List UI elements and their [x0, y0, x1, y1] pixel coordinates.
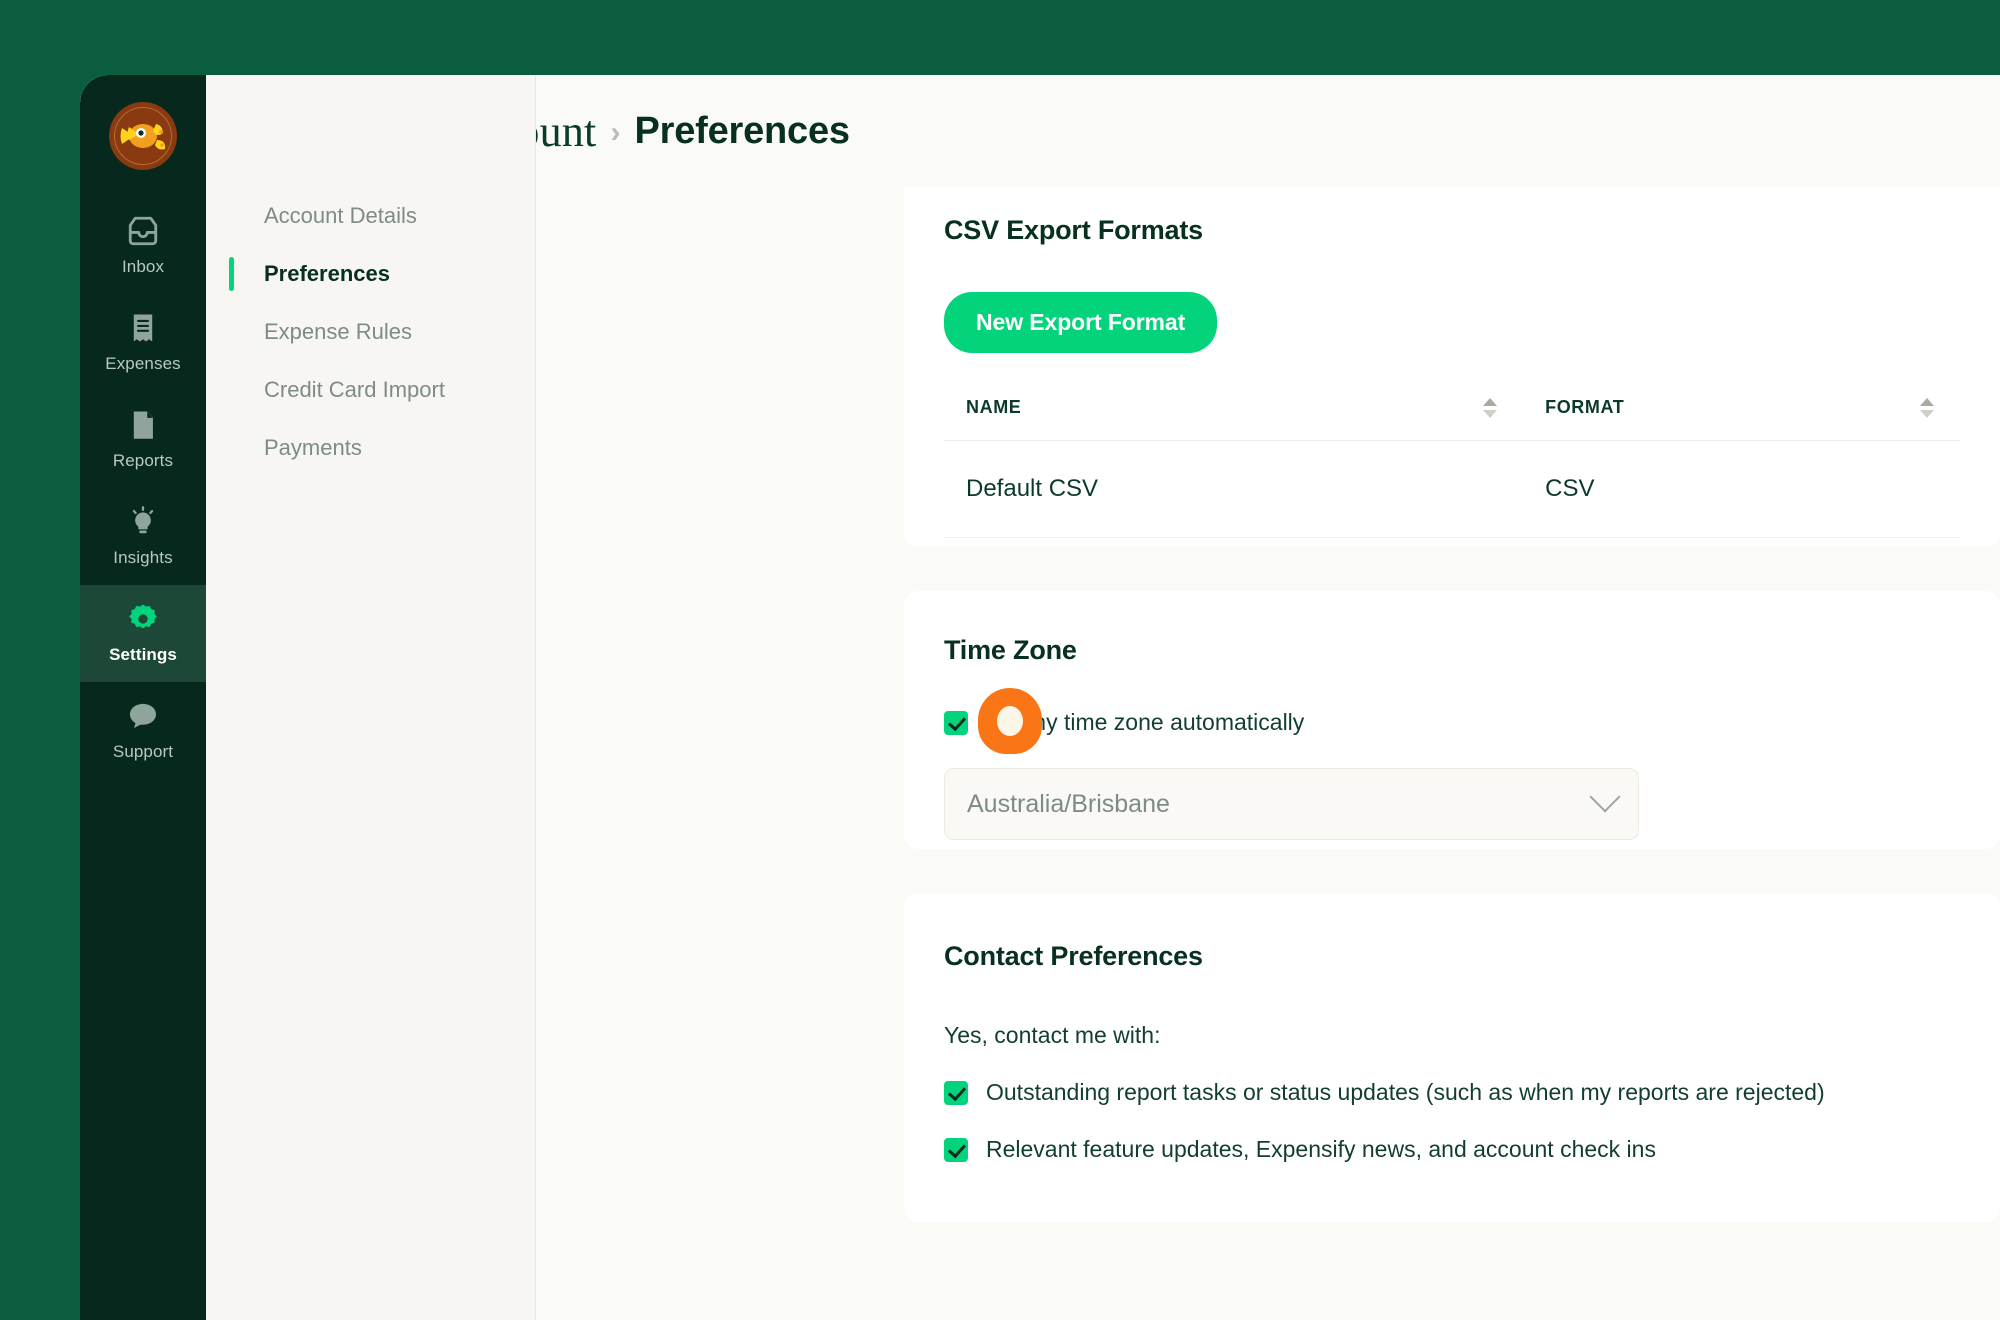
settings-scroll-area[interactable]: CSV Export Formats New Export Format NAM… [866, 187, 2000, 1320]
page-title: Preferences [634, 109, 850, 152]
contact-option-feature-updates[interactable]: Relevant feature updates, Expensify news… [944, 1136, 1960, 1163]
column-header-label: FORMAT [1545, 397, 1625, 417]
app-window: Inbox Expenses Reports Insights Settings… [80, 75, 2000, 1320]
main-content-area: Account › Preferences CSV Export Formats… [536, 75, 2000, 1320]
sidebar-item-label: Settings [109, 645, 177, 664]
csv-export-formats-card: CSV Export Formats New Export Format NAM… [904, 187, 2000, 547]
sidebar-item-expenses[interactable]: Expenses [80, 294, 206, 391]
sidebar-item-label: Reports [112, 451, 174, 470]
sub-nav-label: Payments [264, 435, 362, 460]
auto-time-zone-checkbox[interactable] [944, 710, 968, 735]
contact-intro-text: Yes, contact me with: [944, 1022, 1161, 1048]
table-header: NAME FORMAT [944, 397, 1960, 441]
fish-logo-icon [120, 124, 166, 150]
contact-option-checkbox[interactable] [944, 1137, 968, 1162]
contact-preferences-card: Contact Preferences Yes, contact me with… [904, 893, 2000, 1223]
contact-option-checkbox[interactable] [944, 1080, 968, 1105]
sort-icon[interactable] [1920, 397, 1934, 418]
gear-icon [129, 604, 157, 629]
table-header-row: NAME FORMAT [944, 397, 1960, 441]
export-formats-table: NAME FORMAT Default CSV CSV [944, 397, 1960, 538]
sidebar-item-payments[interactable]: Payments [206, 419, 535, 477]
time-zone-value: Australia/Brisbane [967, 789, 1170, 818]
sidebar-item-label: Expenses [105, 354, 181, 373]
breadcrumb: Account › Preferences [536, 106, 850, 157]
column-header-label: NAME [966, 397, 1022, 417]
document-icon [133, 411, 153, 439]
section-title: CSV Export Formats [944, 215, 1203, 245]
sidebar-item-preferences[interactable]: Preferences [206, 245, 535, 303]
sidebar-item-account-details[interactable]: Account Details [206, 187, 535, 245]
chat-bubble-icon [129, 703, 157, 729]
table-row[interactable]: Default CSV CSV [944, 440, 1960, 538]
sidebar-item-label: Insights [113, 548, 173, 567]
sub-nav-label: Credit Card Import [264, 377, 445, 402]
screen-background: Inbox Expenses Reports Insights Settings… [0, 0, 2000, 1320]
column-header-name[interactable]: NAME [944, 397, 1524, 441]
logo-badge [109, 102, 177, 170]
cell-format: CSV [1523, 440, 1960, 538]
column-header-format[interactable]: FORMAT [1523, 397, 1960, 441]
auto-time-zone-label: Set my time zone automatically [986, 709, 1305, 735]
sidebar-item-inbox[interactable]: Inbox [80, 197, 206, 294]
time-zone-select[interactable]: Australia/Brisbane [944, 768, 1639, 840]
breadcrumb-root[interactable]: Account [536, 106, 596, 157]
contact-option-report-tasks[interactable]: Outstanding report tasks or status updat… [944, 1079, 1960, 1106]
sidebar-item-expense-rules[interactable]: Expense Rules [206, 303, 535, 361]
lightbulb-icon [132, 506, 154, 534]
sidebar-item-insights[interactable]: Insights [80, 488, 206, 585]
chevron-right-icon: › [610, 115, 621, 149]
contact-option-label: Outstanding report tasks or status updat… [986, 1079, 1825, 1105]
expensify-logo[interactable] [80, 75, 206, 197]
settings-sub-navigation: Account Details Preferences Expense Rule… [206, 75, 536, 1320]
section-title: Contact Preferences [944, 941, 1203, 971]
section-title: Time Zone [944, 635, 1077, 665]
receipt-icon [133, 314, 153, 342]
time-zone-card: Time Zone Set my time zone automatically… [904, 591, 2000, 849]
sidebar-item-reports[interactable]: Reports [80, 391, 206, 488]
contact-option-label: Relevant feature updates, Expensify news… [986, 1136, 1656, 1162]
inbox-icon [128, 216, 158, 246]
auto-time-zone-row[interactable]: Set my time zone automatically [944, 709, 1960, 736]
sidebar-item-support[interactable]: Support [80, 682, 206, 779]
sidebar-item-settings[interactable]: Settings [80, 585, 206, 682]
sidebar-item-credit-card-import[interactable]: Credit Card Import [206, 361, 535, 419]
new-export-format-button[interactable]: New Export Format [944, 292, 1218, 353]
primary-sidebar: Inbox Expenses Reports Insights Settings… [80, 75, 206, 1320]
sort-icon[interactable] [1483, 397, 1498, 418]
table-body: Default CSV CSV [944, 440, 1960, 538]
sidebar-item-label: Support [112, 742, 174, 761]
sidebar-item-label: Inbox [121, 257, 165, 276]
page-header: Account › Preferences [536, 75, 2000, 187]
sub-nav-label: Account Details [264, 203, 417, 228]
sub-nav-label: Preferences [264, 261, 390, 286]
sub-nav-label: Expense Rules [264, 319, 412, 344]
cell-name: Default CSV [944, 440, 1524, 538]
chevron-down-icon [1589, 781, 1621, 813]
